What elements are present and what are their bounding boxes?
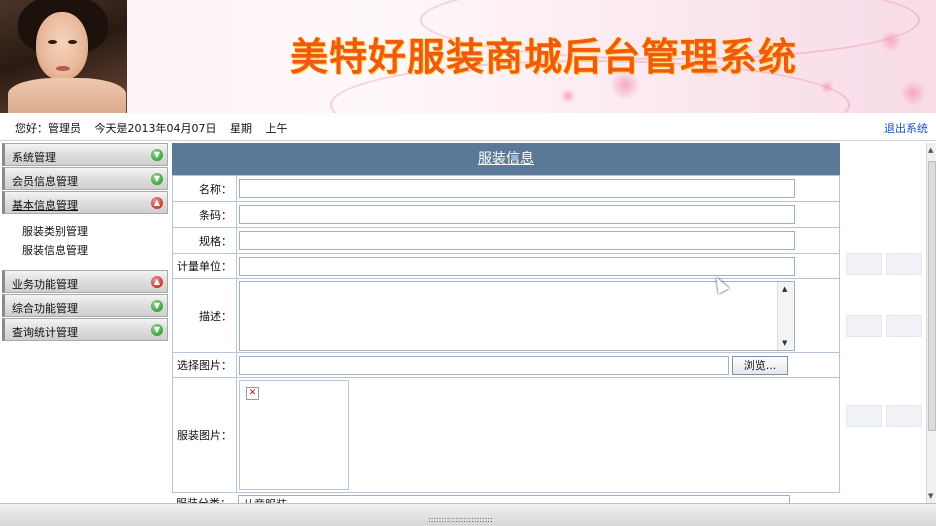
broken-image-icon: ✕ <box>246 387 259 400</box>
description-label: 描述： <box>172 278 237 353</box>
page-scrollbar[interactable]: ▲ ▼ <box>926 143 936 503</box>
scroll-down-arrow-icon[interactable]: ▼ <box>928 492 933 500</box>
bottom-bar: :::::::::::::::::::::::: <box>0 503 936 526</box>
system-title: 美特好服装商城后台管理系统 <box>290 34 798 79</box>
circle-arrow-up-icon[interactable]: ▲ <box>151 197 163 209</box>
sidebar-item-label: 会员信息管理 <box>12 175 78 188</box>
sidebar-item-statistics[interactable]: 查询统计管理 ▼ <box>2 318 168 341</box>
browse-button[interactable]: 浏览... <box>732 355 788 375</box>
greeting: 您好：管理员 今天是2013年04月07日 星期 上午 <box>15 120 298 136</box>
greeting-user: 您好：管理员 <box>15 122 81 135</box>
circle-arrow-down-icon[interactable]: ▼ <box>151 149 163 161</box>
submenu-item-clothing-info[interactable]: 服装信息管理 <box>22 242 168 261</box>
time-period: 上午 <box>265 122 288 135</box>
current-date: 今天是2013年04月07日 <box>94 122 217 135</box>
circle-arrow-down-icon[interactable]: ▼ <box>151 300 163 312</box>
spec-label: 规格： <box>172 227 237 254</box>
image-file-input[interactable] <box>239 355 729 375</box>
scroll-down-arrow-icon[interactable]: ▼ <box>782 339 787 347</box>
page: 美特好服装商城后台管理系统 您好：管理员 今天是2013年04月07日 星期 上… <box>0 0 936 526</box>
scroll-up-arrow-icon[interactable]: ▲ <box>782 285 787 293</box>
sidebar-item-label: 业务功能管理 <box>12 278 78 291</box>
scroll-up-arrow-icon[interactable]: ▲ <box>928 146 933 154</box>
unit-input[interactable] <box>239 256 795 276</box>
sidebar-item-system[interactable]: 系统管理 ▼ <box>2 143 168 166</box>
sidebar-item-business[interactable]: 业务功能管理 ▲ <box>2 270 168 293</box>
clothing-image-preview: ✕ <box>239 380 349 490</box>
resize-grip-icon[interactable]: :::::::::::::::::::::::: <box>428 515 493 524</box>
circle-arrow-down-icon[interactable]: ▼ <box>151 324 163 336</box>
barcode-label: 条码： <box>172 201 237 228</box>
info-bar: 您好：管理员 今天是2013年04月07日 星期 上午 退出系统 <box>0 113 936 141</box>
clothing-form: 名称： 条码： 规格： 计量单位： 描述： ▲ ▼ 选择图片： 浏览... 服装… <box>172 175 840 493</box>
sidebar-item-label: 基本信息管理 <box>12 199 78 212</box>
sidebar-item-label: 综合功能管理 <box>12 302 78 315</box>
sidebar-item-basic-info[interactable]: 基本信息管理 ▲ <box>2 191 168 214</box>
logout-link[interactable]: 退出系统 <box>884 120 928 136</box>
sidebar-item-integrated[interactable]: 综合功能管理 ▼ <box>2 294 168 317</box>
weekday: 星期 <box>230 122 252 135</box>
image-label: 服装图片： <box>172 377 237 493</box>
header-banner: 美特好服装商城后台管理系统 <box>0 0 936 113</box>
background-area <box>840 143 928 503</box>
circle-arrow-up-icon[interactable]: ▲ <box>151 276 163 288</box>
form-title[interactable]: 服装信息 <box>172 143 840 175</box>
category-label: 服装分类： <box>176 495 231 503</box>
circle-arrow-down-icon[interactable]: ▼ <box>151 173 163 185</box>
name-label: 名称： <box>172 175 237 202</box>
main-content: 服装信息 名称： 条码： 规格： 计量单位： 描述： ▲ ▼ 选择图片： 浏览.… <box>172 143 840 503</box>
banner-portrait <box>0 0 127 113</box>
textarea-scrollbar[interactable]: ▲ ▼ <box>777 281 794 350</box>
barcode-input[interactable] <box>239 205 795 224</box>
spec-input[interactable] <box>239 231 795 250</box>
scrollbar-thumb[interactable] <box>928 161 936 431</box>
choose-image-label: 选择图片： <box>172 352 237 378</box>
submenu-item-category[interactable]: 服装类别管理 <box>22 223 168 242</box>
sidebar-item-label: 查询统计管理 <box>12 326 78 339</box>
unit-label: 计量单位： <box>172 253 237 279</box>
sidebar-item-members[interactable]: 会员信息管理 ▼ <box>2 167 168 190</box>
sidebar-submenu-basic-info: 服装类别管理 服装信息管理 <box>2 215 168 270</box>
sidebar-item-label: 系统管理 <box>12 151 56 164</box>
category-row: 服装分类： 儿童服装 <box>172 495 840 503</box>
description-textarea[interactable]: ▲ ▼ <box>239 280 795 351</box>
name-input[interactable] <box>239 179 795 198</box>
category-select[interactable]: 儿童服装 <box>238 495 790 503</box>
sidebar: 系统管理 ▼ 会员信息管理 ▼ 基本信息管理 ▲ 服装类别管理 服装信息管理 业… <box>0 143 170 526</box>
